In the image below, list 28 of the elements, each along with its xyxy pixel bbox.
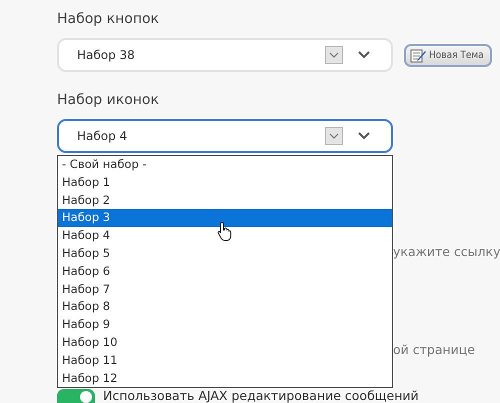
dropdown-option[interactable]: Набор 11 xyxy=(58,352,392,370)
field-label: Набор кнопок xyxy=(57,11,159,27)
dropdown-box-icon xyxy=(325,46,343,64)
field-label: Набор иконок xyxy=(57,92,159,108)
setting-text: ой странице xyxy=(393,342,475,357)
dropdown-option[interactable]: Набор 3 xyxy=(58,209,392,228)
new-topic-button[interactable]: Новая Тема xyxy=(404,44,492,66)
dropdown-option[interactable]: Набор 6 xyxy=(58,262,392,281)
dropdown-option[interactable]: Набор 10 xyxy=(58,334,392,352)
dropdown-option[interactable]: Набор 8 xyxy=(58,298,392,316)
chevron-down-icon xyxy=(357,131,371,141)
notepad-pencil-icon xyxy=(410,48,426,62)
chevron-down-icon xyxy=(357,50,371,60)
setting-label: Использовать AJAX редактирование сообщений xyxy=(103,389,419,403)
dropdown-option[interactable]: - Свой набор - xyxy=(58,156,392,174)
dropdown-option[interactable]: Набор 9 xyxy=(58,316,392,334)
hand-cursor-icon xyxy=(217,221,233,241)
dropdown-box-icon xyxy=(325,127,343,145)
dropdown-option[interactable]: Набор 2 xyxy=(58,192,392,210)
toggle-switch[interactable] xyxy=(57,389,95,403)
dropdown-option[interactable]: Набор 7 xyxy=(58,280,392,298)
setting-text: укажите ссылку xyxy=(393,244,500,259)
dropdown-option[interactable]: Набор 5 xyxy=(58,244,392,263)
dropdown-option[interactable]: Набор 1 xyxy=(58,174,392,192)
select-field[interactable]: Набор 4 xyxy=(57,119,393,153)
dropdown-option[interactable]: Набор 12 xyxy=(58,370,392,388)
select-field[interactable]: Набор 38 xyxy=(57,38,393,72)
dropdown-option[interactable]: Набор 4 xyxy=(58,227,392,245)
